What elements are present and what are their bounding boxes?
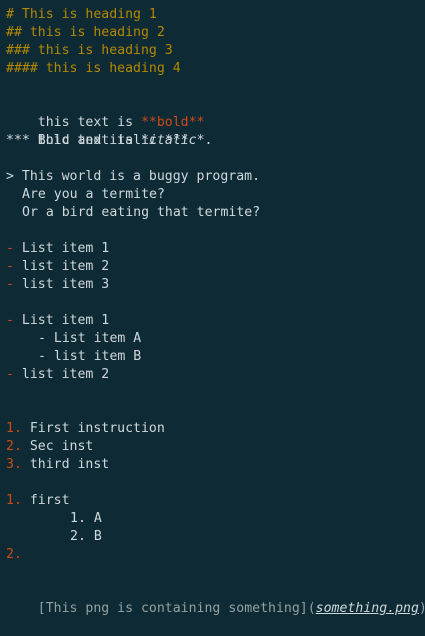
ordered-item-text: first xyxy=(21,493,70,508)
bold-italic-line: *** Bold and italic *** xyxy=(6,133,189,148)
link-close-paren: ) xyxy=(419,601,425,616)
italic-close: *. xyxy=(196,133,213,148)
link-open-paren: ( xyxy=(307,601,316,616)
list-item-text: List item 1 xyxy=(13,241,110,256)
ordered-marker: 1. xyxy=(6,421,22,436)
ordered-item: 2. xyxy=(6,546,22,564)
ordered-item-text: third inst xyxy=(21,457,110,472)
list-item-text: list item 3 xyxy=(13,277,110,292)
ordered-marker: 2. xyxy=(6,439,22,454)
list-item: - List item 1 xyxy=(6,312,109,330)
list-marker: - xyxy=(6,367,14,382)
list-marker: - xyxy=(6,241,14,256)
list-item-text: List item 1 xyxy=(13,313,110,328)
list-marker: - xyxy=(6,259,14,274)
ordered-marker: 2. xyxy=(6,547,22,562)
ordered-item-text: First instruction xyxy=(21,421,165,436)
heading-4-line: #### this is heading 4 xyxy=(6,61,181,76)
sublist-item: - list item B xyxy=(38,349,142,364)
heading-3-line: ### this is heading 3 xyxy=(6,43,173,58)
list-item-text: list item 2 xyxy=(13,367,110,382)
link-url[interactable]: something.png xyxy=(316,601,419,616)
blockquote-line-1: > This world is a buggy program. xyxy=(6,169,261,184)
list-marker: - xyxy=(6,277,14,292)
ordered-item: 1. first xyxy=(6,492,70,510)
heading-2-line: ## this is heading 2 xyxy=(6,25,165,40)
markdown-editor[interactable]: # This is heading 1 ## this is heading 2… xyxy=(0,0,425,616)
italic-line: thic text is *italic*. xyxy=(6,114,213,148)
ordered-subitem: 2. B xyxy=(70,529,102,544)
ordered-item: 2. Sec inst xyxy=(6,438,93,456)
ordered-subitem: 1. A xyxy=(70,511,102,526)
image-link-line: [This png is containing something](somet… xyxy=(6,582,425,616)
link-text: [This png is containing something] xyxy=(37,601,308,616)
blockquote-line-2: Are you a termite? xyxy=(22,187,165,202)
list-item: - list item 2 xyxy=(6,258,109,276)
ordered-item: 1. First instruction xyxy=(6,420,165,438)
list-item-text: list item 2 xyxy=(13,259,110,274)
list-marker: - xyxy=(6,313,14,328)
list-item: - List item 1 xyxy=(6,240,109,258)
list-item: - list item 2 xyxy=(6,366,109,384)
heading-1-line: # This is heading 1 xyxy=(6,7,157,22)
ordered-marker: 3. xyxy=(6,457,22,472)
sublist-item: - List item A xyxy=(38,331,142,346)
ordered-item: 3. third inst xyxy=(6,456,109,474)
ordered-item-text: Sec inst xyxy=(21,439,94,454)
list-item: - list item 3 xyxy=(6,276,109,294)
ordered-marker: 1. xyxy=(6,493,22,508)
blockquote-line-3: Or a bird eating that termite? xyxy=(22,205,261,220)
bold-line: this text is **bold** xyxy=(6,96,205,130)
